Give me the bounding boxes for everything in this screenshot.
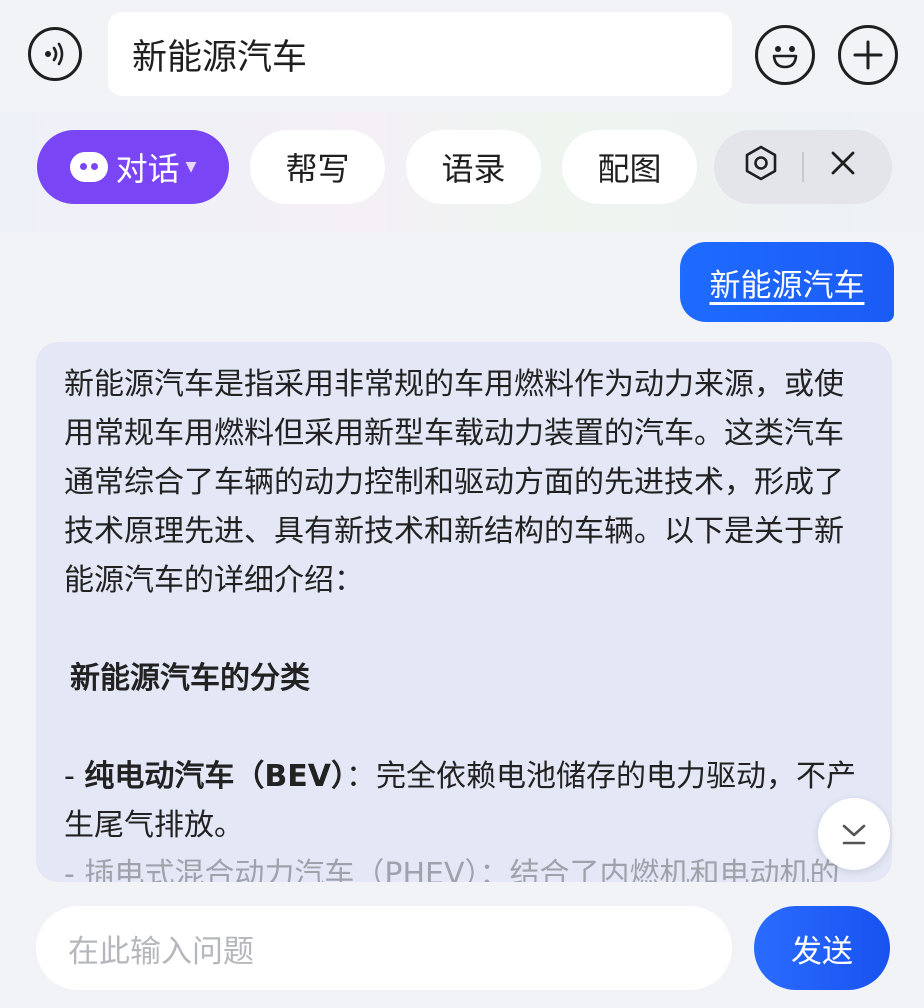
divider xyxy=(802,152,804,182)
chat-bubble-icon xyxy=(69,152,108,182)
image-button[interactable]: 配图 xyxy=(562,130,697,204)
send-label: 发送 xyxy=(791,933,853,970)
hexagon-settings-icon[interactable] xyxy=(742,144,780,190)
query-input[interactable]: 新能源汽车 xyxy=(108,12,732,96)
write-label: 帮写 xyxy=(285,150,350,188)
send-button[interactable]: 发送 xyxy=(754,906,890,990)
tools-panel xyxy=(714,130,892,204)
voice-icon[interactable] xyxy=(28,27,82,81)
tools-row: 对话 ▼ 帮写 语录 配图 xyxy=(0,112,924,232)
question-placeholder: 在此输入问题 xyxy=(68,933,254,970)
close-icon[interactable] xyxy=(828,148,858,186)
chevron-down-icon xyxy=(842,824,866,845)
emoji-icon[interactable] xyxy=(755,25,815,85)
bot-paragraph: 新能源汽车是指采用非常规的车用燃料作为动力来源，或使用常规车用燃料但采用新型车载… xyxy=(64,367,844,598)
question-input[interactable]: 在此输入问题 xyxy=(36,906,732,990)
write-button[interactable]: 帮写 xyxy=(250,130,385,204)
user-message-text: 新能源汽车 xyxy=(709,267,865,304)
chat-mode-button[interactable]: 对话 ▼ xyxy=(37,130,229,204)
query-text: 新能源汽车 xyxy=(132,37,308,78)
plus-icon[interactable] xyxy=(838,25,898,85)
quote-button[interactable]: 语录 xyxy=(406,130,541,204)
quote-label: 语录 xyxy=(441,150,506,188)
caret-down-icon: ▼ xyxy=(185,159,197,175)
bot-message: 新能源汽车是指采用非常规的车用燃料作为动力来源，或使用常规车用燃料但采用新型车载… xyxy=(36,342,892,882)
bot-heading: 新能源汽车的分类 xyxy=(70,661,310,696)
chat-mode-label: 对话 xyxy=(115,150,180,188)
user-message[interactable]: 新能源汽车 xyxy=(680,242,894,322)
image-label: 配图 xyxy=(597,150,662,188)
bot-list-item: - 纯电动汽车（BEV）：完全依赖电池储存的电力驱动，不产生尾气排放。 xyxy=(64,759,856,843)
bot-list-item-partial: - 插电式混合动力汽车（PHEV）：结合了内燃机和电动机的 xyxy=(64,857,840,882)
scroll-down-button[interactable] xyxy=(818,798,890,870)
bot-item-title: 纯电动汽车（BEV） xyxy=(84,759,346,794)
